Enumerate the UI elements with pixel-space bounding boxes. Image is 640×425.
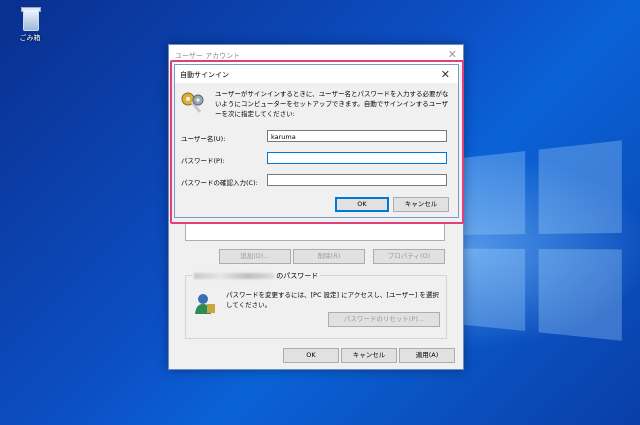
recycle-bin-label: ごみ箱: [19, 34, 41, 42]
redacted-account-name: [194, 273, 274, 279]
confirm-password-field[interactable]: [267, 174, 447, 186]
windows-logo-background: [456, 139, 631, 350]
user-list[interactable]: [185, 223, 445, 241]
username-label: ユーザー名(U):: [181, 135, 226, 143]
apply-button[interactable]: 適用(A): [399, 348, 455, 363]
auto-signin-titlebar: 自動サインイン ✕: [175, 65, 458, 83]
password-label: パスワード(P):: [181, 157, 225, 165]
cancel-button[interactable]: キャンセル: [393, 197, 449, 212]
ok-button[interactable]: OK: [335, 197, 389, 212]
properties-button[interactable]: プロパティ(O): [373, 249, 445, 264]
password-description: パスワードを変更するには、[PC 設定] にアクセスし、[ユーザー] を選択して…: [226, 291, 439, 309]
recycle-bin-icon: [19, 5, 41, 31]
password-group-label: のパスワード: [192, 271, 321, 281]
auto-signin-title: 自動サインイン: [180, 71, 229, 79]
add-button[interactable]: 追加(D)...: [219, 249, 291, 264]
password-group: のパスワード パスワードを変更するには、[PC 設定] にアクセスし、[ユーザー…: [185, 271, 447, 339]
recycle-bin-shortcut[interactable]: ごみ箱: [8, 5, 52, 43]
reset-password-button[interactable]: パスワードのリセット(P)...: [328, 312, 440, 327]
auto-signin-dialog: 自動サインイン ✕ ユーザーがサインインするときに、ユーザー名とパスワードを入力…: [174, 64, 459, 218]
remove-button[interactable]: 削除(R): [293, 249, 365, 264]
confirm-password-label: パスワードの確認入力(C):: [181, 179, 258, 187]
close-icon[interactable]: ✕: [441, 68, 450, 81]
auto-signin-description: ユーザーがサインインするときに、ユーザー名とパスワードを入力する必要がないように…: [215, 90, 449, 118]
username-field[interactable]: karuma: [267, 130, 447, 142]
password-field[interactable]: [267, 152, 447, 164]
outer-ok-button[interactable]: OK: [283, 348, 339, 363]
keys-icon: [181, 92, 204, 113]
user-icon: [195, 294, 215, 314]
outer-cancel-button[interactable]: キャンセル: [341, 348, 397, 363]
